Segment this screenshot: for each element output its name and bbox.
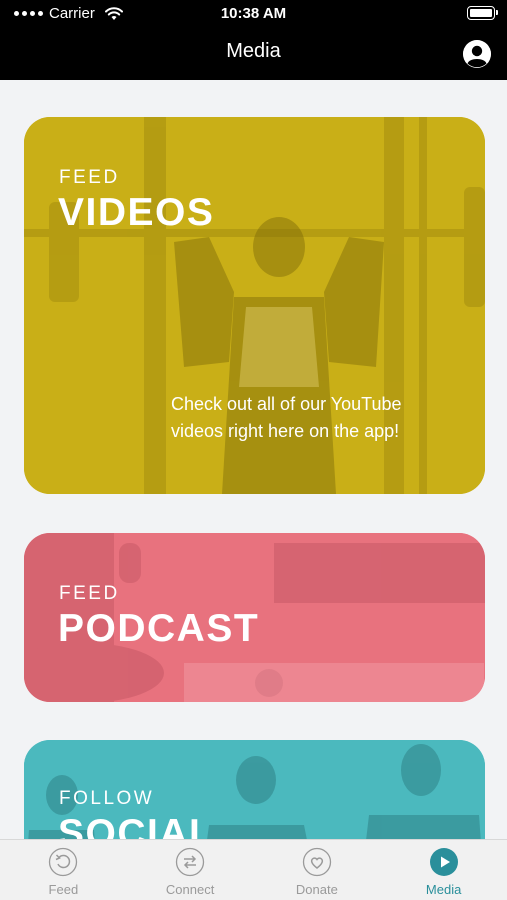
podcast-card[interactable]: FEED PODCAST — [24, 533, 485, 702]
videos-card[interactable]: FEED VIDEOS Check out all of our YouTube… — [24, 117, 485, 494]
tab-connect-label: Connect — [165, 882, 215, 897]
tab-media-label: Media — [425, 882, 462, 897]
heart-icon — [302, 847, 332, 877]
podcast-card-kicker: FEED — [59, 583, 120, 604]
profile-button[interactable] — [463, 40, 491, 68]
tab-donate[interactable]: Donate — [254, 840, 381, 900]
videos-card-description: Check out all of our YouTube videos righ… — [171, 394, 402, 441]
status-bar: Carrier 10:38 AM — [0, 0, 507, 28]
tab-donate-label: Donate — [295, 882, 338, 897]
arrows-exchange-icon — [175, 847, 205, 877]
battery-icon — [467, 6, 498, 20]
social-card-kicker: FOLLOW — [59, 788, 155, 809]
tab-bar: Feed Connect Donate Media — [0, 839, 507, 900]
podcast-card-heading: PODCAST — [58, 607, 260, 650]
play-icon — [429, 848, 458, 876]
refresh-icon — [49, 847, 78, 877]
videos-card-heading: VIDEOS — [58, 191, 215, 234]
tab-media[interactable]: Media — [380, 840, 507, 900]
page-title: Media — [226, 40, 281, 62]
tab-feed[interactable]: Feed — [0, 840, 127, 900]
videos-card-kicker: FEED — [59, 167, 120, 188]
person-circle-icon — [463, 40, 491, 68]
tab-connect[interactable]: Connect — [127, 840, 254, 900]
tab-feed-label: Feed — [48, 882, 79, 897]
status-time: 10:38 AM — [220, 5, 287, 22]
top-bar: Carrier 10:38 AM Media — [0, 0, 507, 80]
